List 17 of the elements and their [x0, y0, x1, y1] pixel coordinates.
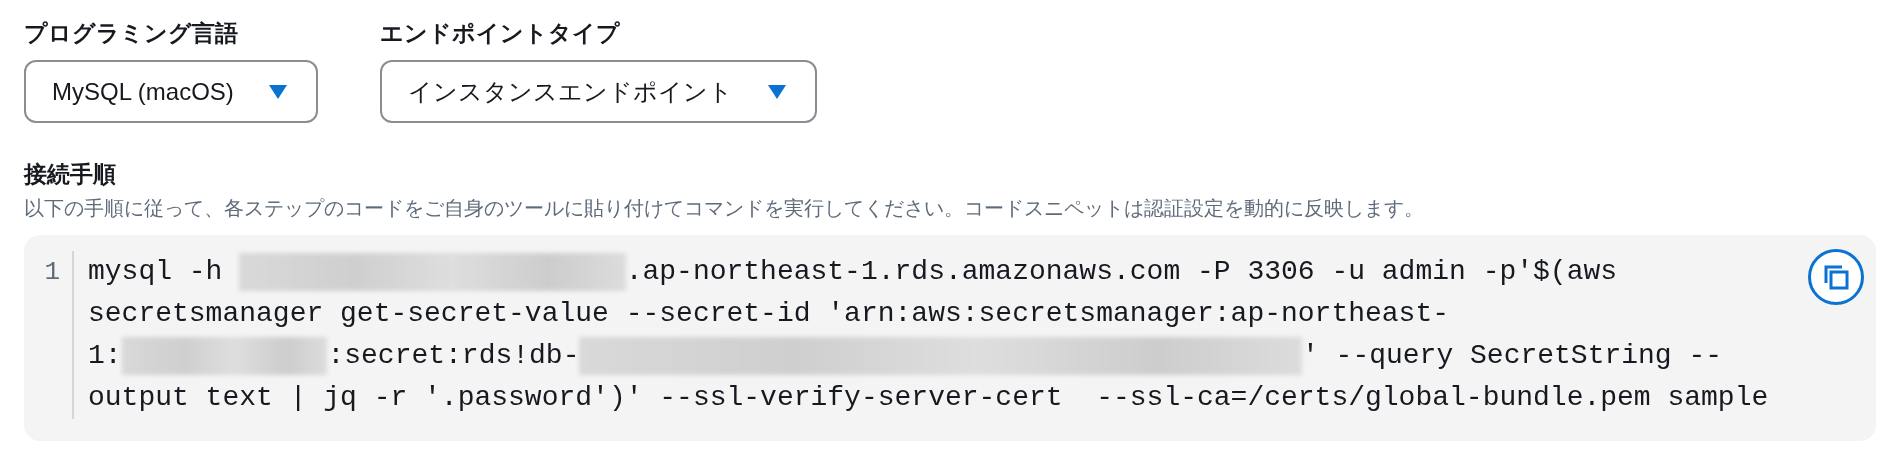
caret-icon [766, 83, 787, 100]
caret-icon [267, 83, 288, 100]
code-text: 1: [88, 339, 122, 373]
field-label: プログラミング言語 [24, 19, 239, 48]
description: 以下の手順に従って、各ステップのコードをご自身のツールに貼り付けてコマンドを実行してください。コードスニペットは認証設定を動的に反映します。 [24, 196, 1425, 221]
field-label: エンドポイントタイプ [379, 19, 621, 48]
line-number: 1 [24, 251, 74, 419]
copy-button[interactable] [1808, 249, 1864, 305]
code-text: ' --query SecretString -- [1302, 339, 1723, 373]
dropdown[interactable]: インスタンスエンドポイント [379, 60, 817, 123]
dropdown[interactable]: MySQL (macOS) [24, 60, 318, 123]
section-heading: 接続手順 [24, 160, 117, 189]
code-text: :secret:rds!db- [327, 339, 580, 373]
code-text: mysql -h [88, 255, 224, 289]
code-text: output text | jq -r '.password')' --ssl-verify-server-cert --ssl-ca=/certs/global-bundle.pem sample [88, 381, 1769, 415]
code-text: secretsmanager get-secret-value --secret-id 'arn:aws:secretsmanager:ap-northeast- [88, 297, 1450, 331]
code-text: .ap-northeast-1.rds.amazonaws.com -P 3306 -u admin -p'$(aws [625, 255, 1618, 289]
